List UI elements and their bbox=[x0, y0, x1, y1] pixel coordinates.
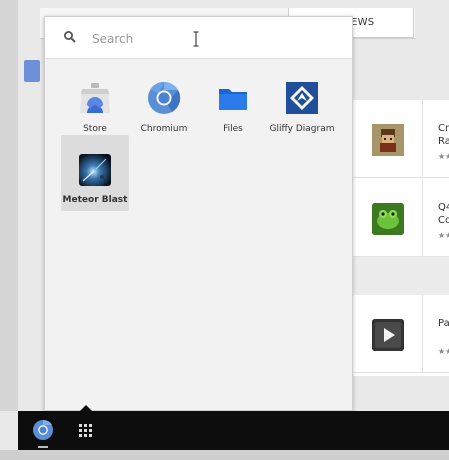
background-app-title: Cr Ra bbox=[438, 123, 449, 147]
play-icon bbox=[372, 319, 404, 351]
background-app-row[interactable]: Cr Ra ★★ bbox=[352, 100, 449, 178]
gliffy-icon bbox=[286, 82, 318, 114]
background-app-stars: ★★ bbox=[438, 347, 449, 356]
background-app-title: Pa bbox=[438, 318, 449, 329]
background-section-gap bbox=[352, 257, 449, 295]
background-row-divider bbox=[422, 100, 423, 177]
background-app-stars: ★★ bbox=[438, 231, 449, 240]
meteor-blast-icon bbox=[79, 154, 111, 186]
search-icon bbox=[64, 31, 76, 43]
app-tile-chromium[interactable]: Chromium bbox=[130, 72, 198, 148]
background-app-row[interactable]: Pa ★★ bbox=[352, 295, 449, 373]
frog-icon bbox=[372, 203, 404, 235]
store-icon bbox=[80, 83, 110, 113]
folder-icon bbox=[219, 89, 247, 110]
background-app-thumbnail bbox=[372, 124, 404, 156]
search-bar bbox=[45, 17, 352, 59]
app-label: Meteor Blast bbox=[62, 195, 128, 205]
background-row-divider bbox=[422, 295, 423, 372]
app-tile-gliffy-diagram[interactable]: Gliffy Diagram bbox=[268, 72, 336, 148]
background-app-thumbnail bbox=[372, 319, 404, 351]
background-app-row[interactable]: Q4 Co ★★ bbox=[352, 179, 449, 257]
chromium-icon[interactable] bbox=[32, 419, 54, 441]
running-app-indicator bbox=[38, 446, 48, 448]
pixel-character-icon bbox=[372, 124, 404, 156]
background-left-strip bbox=[0, 0, 18, 411]
app-label: Gliffy Diagram bbox=[269, 124, 335, 134]
search-input[interactable] bbox=[90, 28, 334, 50]
app-tile-meteor-blast[interactable]: Meteor Blast bbox=[61, 135, 129, 211]
app-launcher-icon[interactable] bbox=[79, 424, 92, 437]
bottom-edge bbox=[0, 450, 449, 460]
app-launcher: Store Chromium Files Gliffy Diagram bbox=[44, 16, 353, 411]
background-app-thumbnail bbox=[372, 203, 404, 235]
app-tile-files[interactable]: Files bbox=[199, 72, 267, 148]
background-nav-accent bbox=[24, 60, 40, 82]
chromium-icon bbox=[148, 81, 181, 114]
background-tab-reviews-label: EWS bbox=[351, 17, 375, 28]
background-app-title: Q4 Co bbox=[438, 202, 449, 226]
background-row-divider bbox=[422, 179, 423, 256]
text-cursor-icon bbox=[193, 31, 199, 47]
background-app-stars: ★★ bbox=[438, 152, 449, 161]
